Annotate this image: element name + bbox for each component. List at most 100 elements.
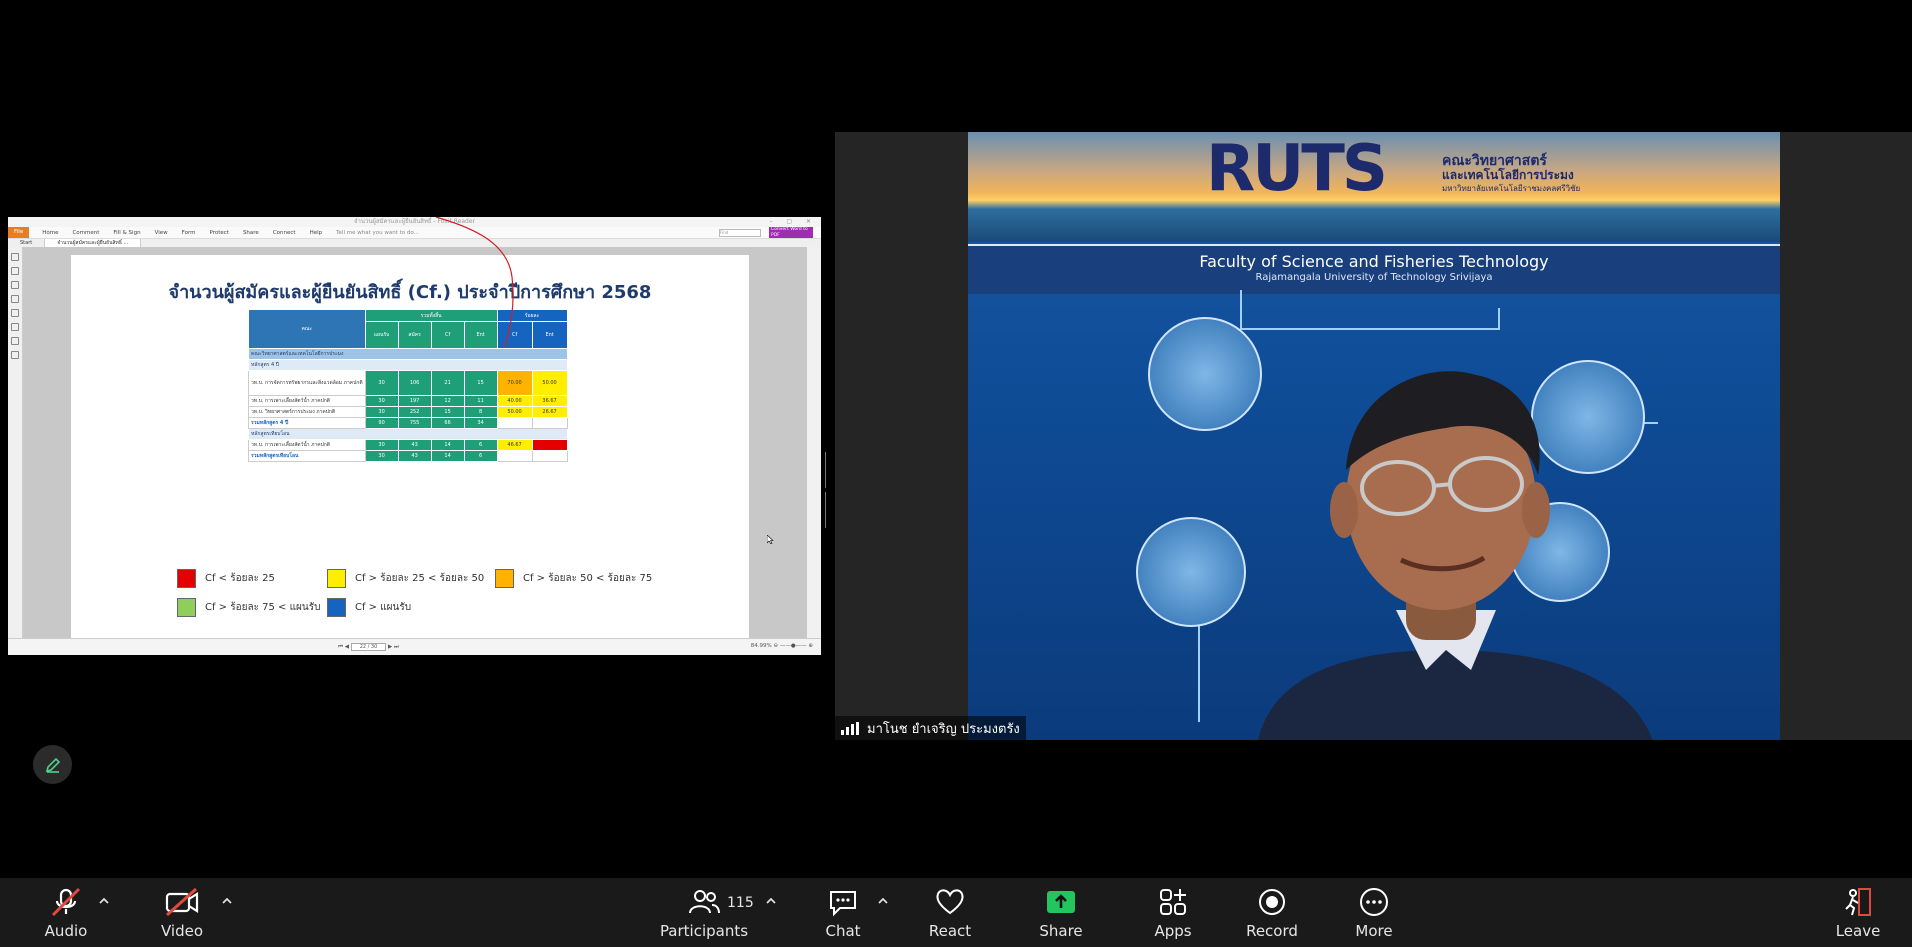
participants-count: 115 [727, 895, 754, 911]
pdf-tell-me[interactable]: Tell me what you want to do... [336, 230, 419, 236]
leave-button[interactable]: Leave [1836, 884, 1880, 944]
table-row: วท.บ. การจัดการทรัพยากรและสิ่งแวดล้อม ภา… [248, 370, 568, 396]
record-button[interactable]: Record [1246, 884, 1298, 944]
legend-item-yellow: Cf > ร้อยละ 25 < ร้อยละ 50 [327, 569, 484, 588]
video-tile[interactable]: RUTS คณะวิทยาศาสตร์ และเทคโนโลยีการประมง… [835, 132, 1912, 740]
legend-swatch [177, 598, 196, 617]
pdf-file-menu[interactable]: File [8, 227, 30, 238]
chat-options-chevron-icon[interactable] [877, 896, 889, 906]
pdf-menu-fill-sign[interactable]: Fill & Sign [113, 230, 140, 236]
legend-swatch [327, 569, 346, 588]
participant-name-tag: มาโนช ยำเจริญ ประมงตรัง [835, 716, 1026, 740]
background-english-line2: Rajamangala University of Technology Sri… [1255, 272, 1493, 283]
col-applied: สมัคร [397, 321, 432, 349]
page-number-input[interactable]: 22 / 30 [350, 643, 387, 651]
comment-icon[interactable] [11, 323, 19, 331]
lock-icon[interactable] [11, 337, 19, 345]
participants-options-chevron-icon[interactable] [765, 896, 777, 906]
chat-icon [830, 891, 856, 917]
document-title: จำนวนผู้สมัครและผู้ยืนยันสิทธิ์ (Cf.) ปร… [168, 282, 652, 303]
share-screen-icon [1047, 891, 1075, 913]
pdf-tab-document[interactable]: จำนวนผู้สมัครและผู้ยืนยันสิทธิ์ ... [45, 239, 142, 247]
convert-word-to-pdf-button[interactable]: Convert Word to PDF [769, 227, 813, 238]
faculty-row: คณะวิทยาศาสตร์และเทคโนโลยีการประมง [248, 348, 568, 360]
pdf-menu-help[interactable]: Help [310, 230, 323, 236]
shared-screen: จำนวนผู้สมัครและผู้ยืนยันสิทธิ์ - Foxit … [8, 217, 821, 655]
faculty-header: คณะ [248, 309, 366, 349]
col-cf: Cf [430, 321, 465, 349]
pen-icon [45, 757, 60, 773]
audio-button[interactable]: Audio [44, 884, 88, 944]
annotate-pen-button[interactable] [33, 745, 72, 784]
col-ent-percent: Ent [531, 321, 568, 349]
legend-swatch [495, 569, 514, 588]
legend-item-orange: Cf > ร้อยละ 50 < ร้อยละ 75 [495, 569, 652, 588]
pdf-find-input[interactable]: Find [719, 229, 761, 237]
meeting-toolbar: Audio Video Participants 115 Chat React … [0, 878, 1912, 947]
attachment-icon[interactable] [11, 309, 19, 317]
admissions-table: คณะ รวมทั้งสิ้น ร้อยละ แผนรับ สมัคร Cf E… [248, 308, 568, 462]
pdf-menu-home[interactable]: Home [42, 230, 58, 236]
pdf-menu-form[interactable]: Form [182, 230, 196, 236]
heart-icon [936, 889, 964, 915]
group-row-4yr: หลักสูตร 4 ปี [248, 359, 568, 371]
react-button[interactable]: React [928, 884, 972, 944]
zoom-level: 84.99% [750, 643, 772, 649]
col-ent: Ent [463, 321, 498, 349]
pdf-title-bar: จำนวนผู้สมัครและผู้ยืนยันสิทธิ์ - Foxit … [8, 217, 821, 227]
pdf-menu-protect[interactable]: Protect [209, 230, 228, 236]
legend-item-red: Cf < ร้อยละ 25 [177, 569, 275, 588]
mouse-cursor-icon [767, 535, 774, 544]
pdf-status-bar: ⏮ ◀ 22 / 30 ▶ ⏭ 84.99% ⊖ ——●—— ⊕ [8, 638, 821, 655]
pdf-page: จำนวนผู้สมัครและผู้ยืนยันสิทธิ์ (Cf.) ปร… [71, 255, 749, 639]
participant-name: มาโนช ยำเจริญ ประมงตรัง [867, 721, 1020, 737]
pdf-window-title: จำนวนผู้สมัครและผู้ยืนยันสิทธิ์ - Foxit … [353, 218, 476, 225]
video-off-icon [165, 887, 199, 917]
participants-icon [689, 890, 720, 914]
pdf-menu-comment[interactable]: Comment [72, 230, 99, 236]
hand-tool-icon[interactable] [11, 253, 19, 261]
page-navigation[interactable]: ⏮ ◀ 22 / 30 ▶ ⏭ [338, 643, 399, 651]
pdf-tab-start[interactable]: Start [8, 239, 46, 247]
table-row: วท.บ. การเพาะเลี้ยงสัตว์น้ำ ภาคปกติ 30 1… [248, 395, 568, 407]
pdf-menu-share[interactable]: Share [243, 230, 259, 236]
apps-icon [1160, 889, 1186, 915]
total-group-header: รวมทั้งสิ้น [364, 308, 498, 323]
audio-options-chevron-icon[interactable] [98, 896, 110, 906]
signature-icon[interactable] [11, 351, 19, 359]
more-icon [1360, 888, 1388, 916]
pdf-vertical-scrollbar[interactable] [807, 247, 821, 639]
share-button[interactable]: Share [1039, 884, 1083, 944]
table-row: วท.บ. การเพาะเลี้ยงสัตว์น้ำ ภาคปกติ 30 4… [248, 439, 568, 451]
legend-item-blue: Cf > แผนรับ [327, 598, 411, 617]
window-controls[interactable]: – ▢ ✕ [769, 217, 817, 227]
video-options-chevron-icon[interactable] [221, 896, 233, 906]
pdf-menu-connect[interactable]: Connect [273, 230, 296, 236]
record-icon [1259, 889, 1285, 915]
col-plan: แผนรับ [364, 321, 399, 349]
signal-strength-icon [841, 721, 861, 735]
group-row-transfer: หลักสูตรเทียบโอน [248, 428, 568, 440]
page-thumbnail-icon[interactable] [11, 281, 19, 289]
bookmark-icon[interactable] [11, 267, 19, 275]
chat-button[interactable]: Chat [823, 884, 863, 944]
background-english-line1: Faculty of Science and Fisheries Technol… [1199, 252, 1549, 271]
leave-icon [1845, 888, 1871, 916]
layers-icon[interactable] [11, 295, 19, 303]
participant-person [1257, 371, 1653, 740]
split-view-handle[interactable] [825, 452, 830, 528]
table-sum-row: รวมหลักสูตร 4 ปี 90 755 66 34 [248, 417, 568, 429]
background-thai-text: คณะวิทยาศาสตร์ และเทคโนโลยีการประมง มหาว… [1442, 153, 1581, 193]
zoom-control[interactable]: 84.99% ⊖ ——●—— ⊕ [751, 643, 813, 649]
apps-button[interactable]: Apps [1154, 884, 1192, 944]
legend-swatch [177, 569, 196, 588]
pdf-menu-view[interactable]: View [155, 230, 168, 236]
table-row: วท.บ. วิทยาศาสตร์การประมง ภาคปกติ 30 252… [248, 406, 568, 418]
participants-button[interactable]: Participants [660, 884, 748, 944]
table-sum-row: รวมหลักสูตรเทียบโอน 30 43 14 6 [248, 450, 568, 462]
muted-mic-icon [51, 887, 81, 917]
video-button[interactable]: Video [160, 884, 204, 944]
more-button[interactable]: More [1354, 884, 1394, 944]
percent-group-header: ร้อยละ [496, 308, 568, 323]
col-cf-percent: Cf [496, 321, 533, 349]
